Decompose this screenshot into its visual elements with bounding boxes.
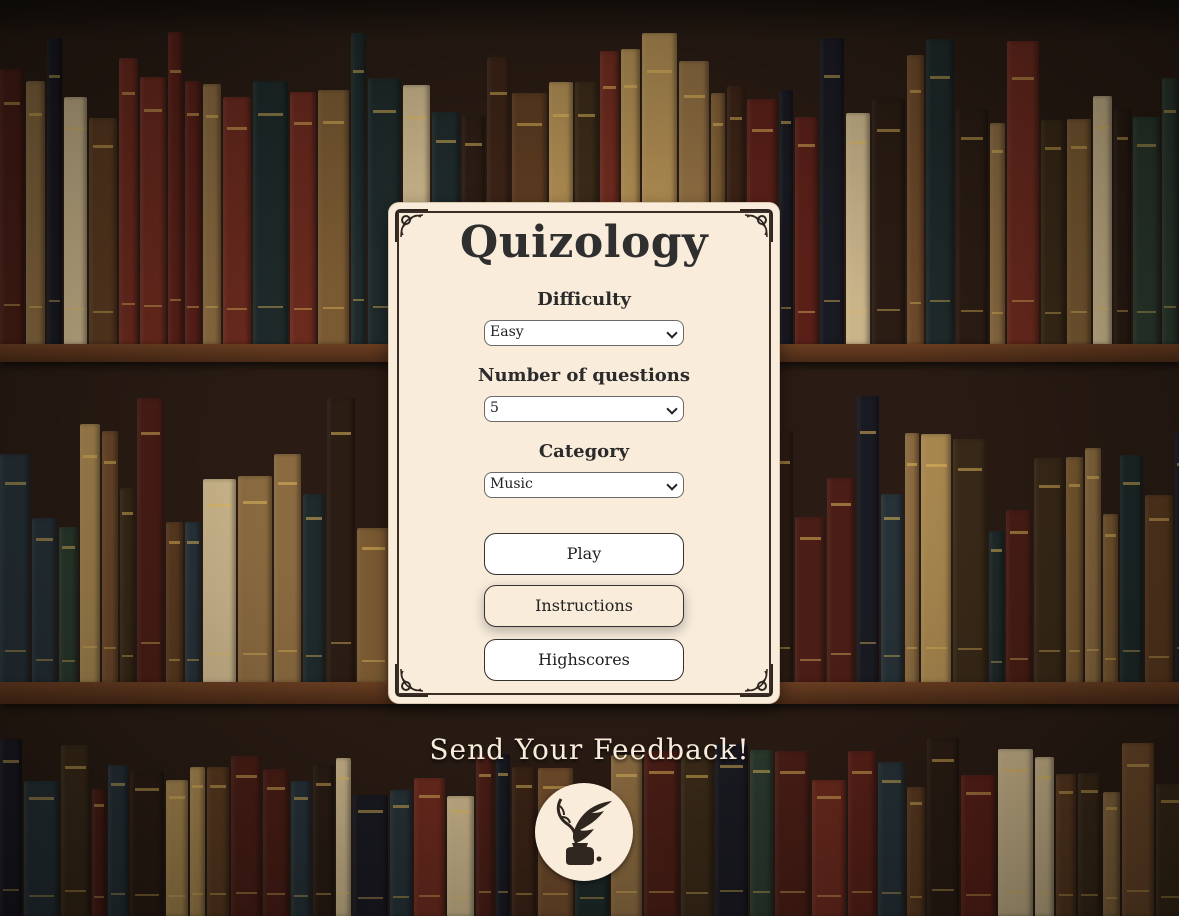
quiz-setup-card: Quizology Difficulty Easy Number of ques… xyxy=(389,203,779,703)
difficulty-label: Difficulty xyxy=(537,289,631,310)
chevron-down-icon xyxy=(666,403,678,415)
instructions-button[interactable]: Instructions xyxy=(484,585,684,627)
ornament-corner-icon xyxy=(740,664,773,697)
feedback-title: Send Your Feedback! xyxy=(429,733,750,766)
category-select[interactable]: Music xyxy=(484,472,684,498)
number-of-questions-select-value: 5 xyxy=(490,400,499,416)
difficulty-select-value: Easy xyxy=(490,324,524,340)
feedback-button[interactable] xyxy=(535,783,633,881)
quill-inkwell-icon xyxy=(556,798,612,865)
number-of-questions-select[interactable]: 5 xyxy=(484,396,684,422)
difficulty-select[interactable]: Easy xyxy=(484,320,684,346)
highscores-button[interactable]: Highscores xyxy=(484,639,684,681)
category-label: Category xyxy=(538,441,630,462)
app-title: Quizology xyxy=(459,217,709,268)
category-select-value: Music xyxy=(490,476,533,492)
chevron-down-icon xyxy=(666,479,678,491)
play-button[interactable]: Play xyxy=(484,533,684,575)
ornament-corner-icon xyxy=(395,664,428,697)
number-of-questions-label: Number of questions xyxy=(477,365,691,386)
chevron-down-icon xyxy=(666,327,678,339)
